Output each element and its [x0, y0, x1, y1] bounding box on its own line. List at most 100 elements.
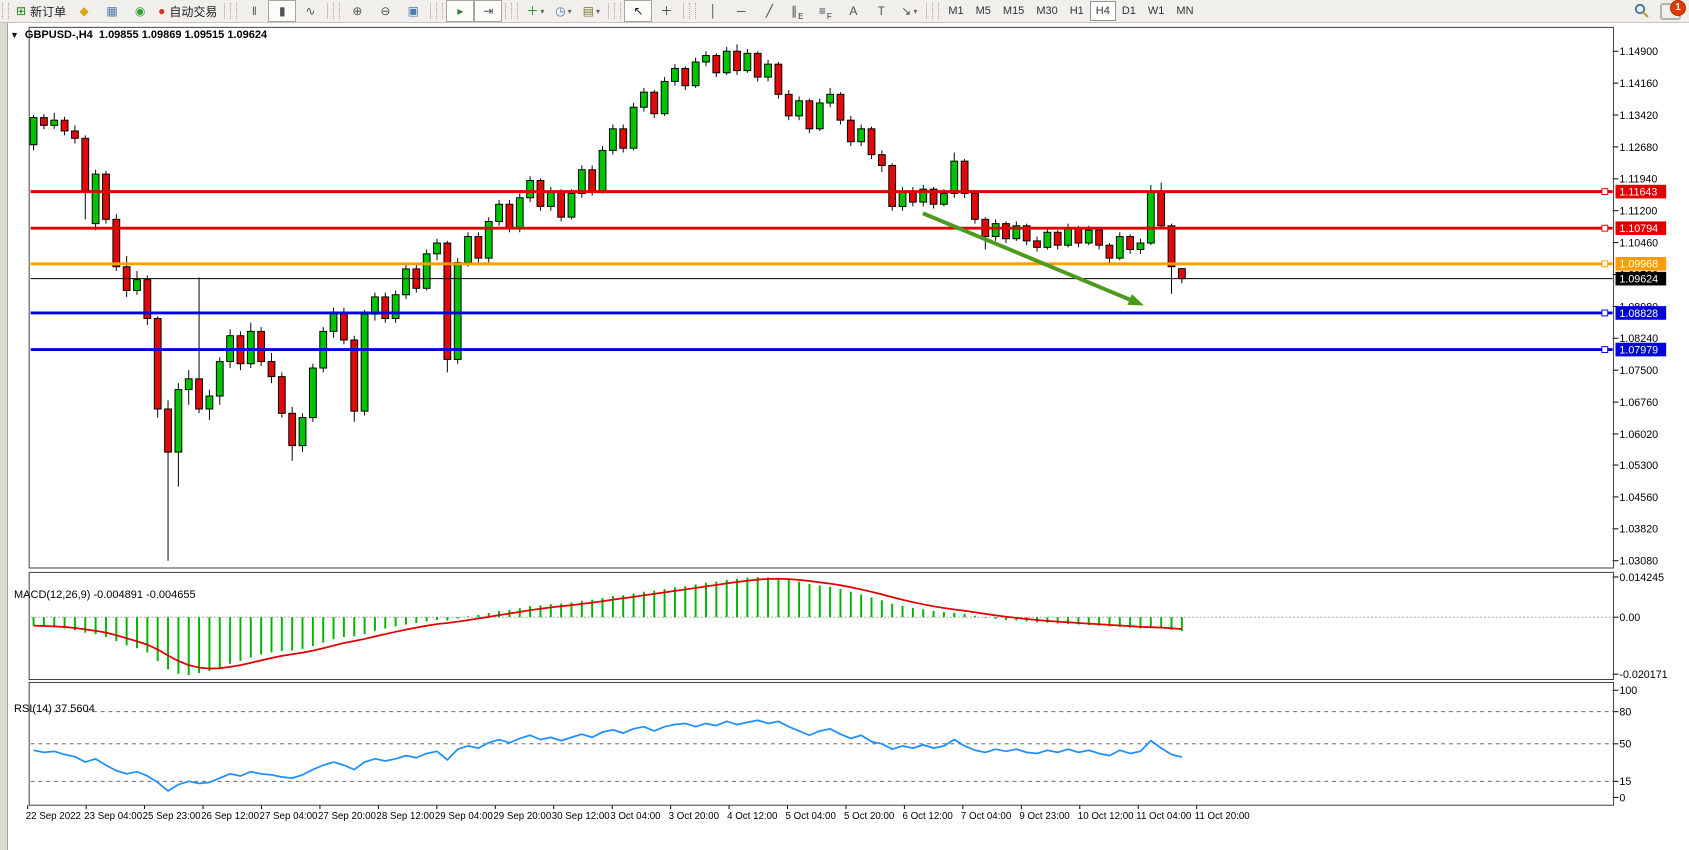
candle-body [589, 170, 596, 192]
text-icon: A [849, 5, 857, 17]
chart-title-row: ▼ GBPUSD-,H4 1.09855 1.09869 1.09515 1.0… [10, 29, 267, 41]
templates-dropdown-caret[interactable]: ▾ [596, 7, 600, 16]
text-label-button[interactable]: T [867, 0, 895, 22]
notification-count-badge[interactable]: 1 [1670, 0, 1686, 16]
candle-body [465, 237, 472, 263]
toolbar-grip[interactable] [932, 3, 939, 19]
arrows-dropdown-caret[interactable]: ▾ [913, 7, 917, 16]
timeframe-W1-button[interactable]: W1 [1142, 1, 1171, 21]
time-axis-label: 9 Oct 23:00 [1019, 811, 1070, 822]
hline-price-badge: 1.11643 [1616, 185, 1667, 199]
equidistant-channel-button[interactable]: ∥E [783, 0, 811, 22]
horizontal-line-button[interactable]: ─ [727, 0, 755, 22]
hline-endpoint-handle[interactable] [1602, 225, 1608, 231]
time-axis-label: 28 Sep 12:00 [376, 811, 435, 822]
zoom-out-icon: ⊖ [380, 5, 390, 17]
data-window-button[interactable]: ▦ [98, 0, 126, 22]
candle-body [641, 92, 648, 107]
indicators-dropdown-caret[interactable]: ▾ [540, 7, 544, 16]
periods-dropdown-caret[interactable]: ▾ [568, 7, 572, 16]
timeframe-H4-button[interactable]: H4 [1090, 1, 1116, 21]
candle-body [827, 94, 834, 103]
zoom-out-button[interactable]: ⊖ [371, 0, 399, 22]
search-icon[interactable] [1634, 3, 1650, 19]
candle-body [206, 396, 213, 409]
crosshair-button[interactable]: ＋ [652, 0, 680, 22]
candlestick-chart-button[interactable]: ▮ [268, 0, 296, 22]
hline-endpoint-handle[interactable] [1602, 347, 1608, 353]
toolbar-grip[interactable] [614, 3, 621, 19]
candle-body [103, 174, 110, 219]
hline-endpoint-handle[interactable] [1602, 189, 1608, 195]
timeframe-M30-button[interactable]: M30 [1030, 1, 1063, 21]
signals-button[interactable]: ◉ [126, 0, 154, 22]
line-chart-button[interactable]: ∿ [296, 0, 324, 22]
auto-scroll-button[interactable]: ▸ [446, 0, 474, 22]
indicators-button[interactable]: ＋▾ [521, 0, 549, 22]
zoom-in-button[interactable]: ⊕ [343, 0, 371, 22]
chart-shift-icon: ⇥ [483, 5, 493, 17]
bar-chart-button[interactable]: ‖ [240, 0, 268, 22]
templates-button[interactable]: ▤▾ [577, 0, 605, 22]
candle-body [1044, 232, 1051, 247]
rsi-axis-label: 50 [1619, 739, 1631, 751]
community-notifications-icon[interactable]: 1 [1660, 3, 1681, 20]
macd-pane-background[interactable] [30, 572, 1613, 679]
trend-line-button[interactable]: ╱ [755, 0, 783, 22]
toolbar-grip[interactable] [689, 3, 696, 19]
candle-body [516, 198, 523, 228]
hline-endpoint-handle[interactable] [1602, 261, 1608, 267]
price-axis-label: 1.12680 [1619, 142, 1658, 154]
fibonacci-button[interactable]: ≡F [811, 0, 839, 22]
toolbar-separator [926, 3, 927, 19]
tile-windows-button[interactable]: ▣ [399, 0, 427, 22]
time-axis-label: 7 Oct 04:00 [961, 811, 1012, 822]
one-click-trading-toggle[interactable]: ▼ [10, 30, 19, 40]
candle-body [972, 193, 979, 219]
timeframe-H1-button[interactable]: H1 [1064, 1, 1090, 21]
toolbar-grip[interactable] [333, 3, 340, 19]
timeframe-M1-button[interactable]: M1 [942, 1, 969, 21]
candle-body [1127, 237, 1134, 250]
price-axis-label: 1.03080 [1619, 556, 1658, 568]
candle-body [1054, 232, 1061, 245]
price-axis-label: 1.06760 [1619, 397, 1658, 409]
timeframe-M15-button[interactable]: M15 [997, 1, 1030, 21]
candle-body [392, 295, 399, 319]
vertical-line-button[interactable]: │ [699, 0, 727, 22]
time-axis-label: 3 Oct 04:00 [610, 811, 661, 822]
candle-body [299, 418, 306, 446]
price-badge-label: 1.09968 [1619, 259, 1658, 271]
chart-canvas[interactable]: 1.149001.141601.134201.126801.119401.112… [0, 22, 1689, 850]
auto-trading-button[interactable]: ●自动交易 [154, 0, 221, 22]
candle-body [599, 150, 606, 191]
toolbar-grip[interactable] [511, 3, 518, 19]
chart-profiles-button[interactable]: ◆ [70, 0, 98, 22]
toolbar-separator [327, 3, 328, 19]
toolbar-grip[interactable] [2, 3, 9, 19]
cursor-button[interactable]: ↖ [624, 0, 652, 22]
candle-body [289, 413, 296, 445]
candle-body [340, 312, 347, 340]
candle-body [444, 243, 451, 359]
crosshair-icon: ＋ [660, 5, 672, 17]
price-axis-label: 1.10460 [1619, 238, 1658, 250]
auto-scroll-icon: ▸ [457, 5, 463, 17]
periods-button[interactable]: ◷▾ [549, 0, 577, 22]
candle-body [754, 53, 761, 77]
toolbar-grip[interactable] [436, 3, 443, 19]
text-button[interactable]: A [839, 0, 867, 22]
timeframe-D1-button[interactable]: D1 [1116, 1, 1142, 21]
chart-shift-button[interactable]: ⇥ [474, 0, 502, 22]
hline-endpoint-handle[interactable] [1602, 310, 1608, 316]
candle-body [1178, 269, 1185, 279]
toolbar-grip[interactable] [230, 3, 237, 19]
arrows-button[interactable]: ↘▾ [895, 0, 923, 22]
new-order-button[interactable]: ⊞新订单 [12, 0, 70, 22]
timeframe-M5-button[interactable]: M5 [970, 1, 997, 21]
time-axis[interactable]: 22 Sep 202223 Sep 04:0025 Sep 23:0026 Se… [26, 805, 1251, 822]
timeframe-MN-button[interactable]: MN [1170, 1, 1199, 21]
chart-window: 1.149001.141601.134201.126801.119401.112… [0, 22, 1689, 850]
candle-body [899, 191, 906, 206]
candle-body [961, 161, 968, 193]
